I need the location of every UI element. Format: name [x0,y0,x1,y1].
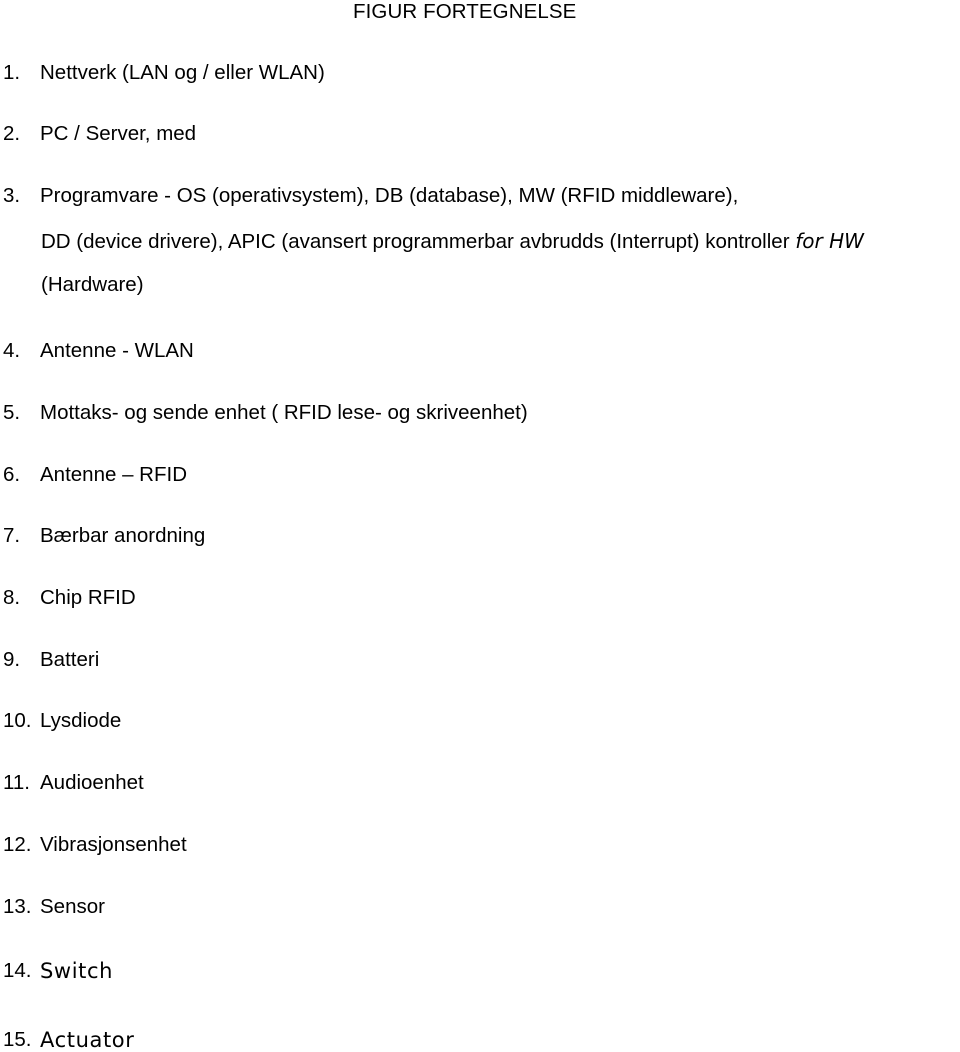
item-number: 7. [3,524,21,547]
item-number: 4. [3,339,21,362]
item-number: 3. [3,184,21,207]
item-text: Lysdiode [40,709,122,732]
item-number: 10. [3,709,32,732]
item-text: Programvare - OS (operativsystem), DB (d… [40,184,739,207]
item-number: 14. [3,959,32,982]
item-number: 13. [3,895,32,918]
item-text: Antenne – RFID [40,463,187,486]
item-text: PC / Server, med [40,122,197,145]
item-text: Switch [40,959,114,983]
item-text: Nettverk (LAN og / eller WLAN) [40,61,325,84]
item-continuation: DD (device drivere), APIC (avansert prog… [41,229,864,254]
item-number: 1. [3,61,21,84]
item-text: Chip RFID [40,586,136,609]
item-text: Batteri [40,648,100,671]
item-number: 8. [3,586,21,609]
item-number: 5. [3,401,21,424]
item-text: Bærbar anordning [40,524,206,547]
item-continuation-text: DD (device drivere), APIC (avansert prog… [41,230,796,253]
item-number: 2. [3,122,21,145]
item-number: 6. [3,463,21,486]
item-continuation-italic: for HW [795,229,864,253]
page-title: FIGUR FORTEGNELSE [353,0,577,23]
item-number: 11. [3,771,30,794]
item-text: Sensor [40,895,105,918]
item-text: Antenne - WLAN [40,339,194,362]
item-text: Audioenhet [40,771,144,794]
item-text: Vibrasjonsenhet [40,833,187,856]
item-number: 12. [3,833,32,856]
item-text: Actuator [40,1028,135,1052]
item-number: 15. [3,1028,32,1051]
item-number: 9. [3,648,21,671]
item-text: Mottaks- og sende enhet ( RFID lese- og … [40,401,528,424]
item-continuation-2: (Hardware) [41,273,144,296]
